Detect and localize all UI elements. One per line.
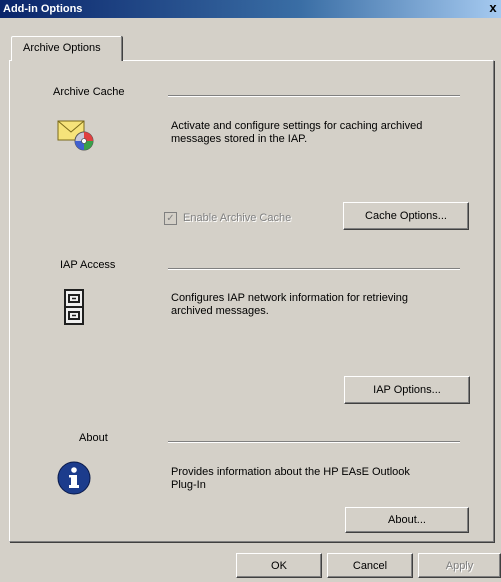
iap-access-separator bbox=[168, 268, 460, 270]
about-description: Provides information about the HP EAsE O… bbox=[171, 466, 410, 492]
window-title: Add-in Options bbox=[3, 3, 83, 15]
tab-archive-options[interactable]: Archive Options bbox=[11, 36, 122, 61]
cancel-button[interactable]: Cancel bbox=[327, 553, 413, 578]
about-title: About bbox=[79, 432, 108, 444]
about-description-line1: Provides information about the HP EAsE O… bbox=[171, 466, 410, 478]
iap-access-description: Configures IAP network information for r… bbox=[171, 292, 408, 318]
iap-access-description-line1: Configures IAP network information for r… bbox=[171, 292, 409, 304]
about-separator bbox=[168, 441, 460, 443]
close-icon[interactable]: x bbox=[487, 1, 499, 16]
ok-button[interactable]: OK bbox=[236, 553, 322, 578]
archive-cache-description-line1: Activate and configure settings for cach… bbox=[171, 120, 423, 132]
archive-cache-separator bbox=[168, 95, 460, 97]
iap-access-title: IAP Access bbox=[60, 259, 116, 271]
cache-options-button[interactable]: Cache Options... bbox=[343, 202, 469, 230]
about-button[interactable]: About... bbox=[345, 507, 469, 533]
checkbox-check-icon: ✓ bbox=[164, 212, 177, 225]
iap-access-description-line2: archived messages. bbox=[171, 305, 269, 317]
add-in-options-dialog: Add-in Options x Archive Options Archive… bbox=[0, 0, 501, 582]
archive-cache-title: Archive Cache bbox=[53, 86, 125, 98]
iap-options-button[interactable]: IAP Options... bbox=[344, 376, 470, 404]
filing-cabinet-icon bbox=[64, 289, 84, 325]
tab-label: Archive Options bbox=[23, 42, 101, 54]
apply-button[interactable]: Apply bbox=[418, 553, 501, 578]
archive-cache-description: Activate and configure settings for cach… bbox=[171, 120, 422, 146]
archive-cache-description-line2: messages stored in the IAP. bbox=[171, 133, 308, 145]
enable-archive-cache-label: Enable Archive Cache bbox=[183, 212, 292, 224]
envelope-disc-icon bbox=[57, 118, 95, 152]
about-description-line2: Plug-In bbox=[171, 479, 206, 491]
info-icon bbox=[57, 461, 91, 495]
title-bar[interactable]: Add-in Options x bbox=[0, 0, 501, 18]
